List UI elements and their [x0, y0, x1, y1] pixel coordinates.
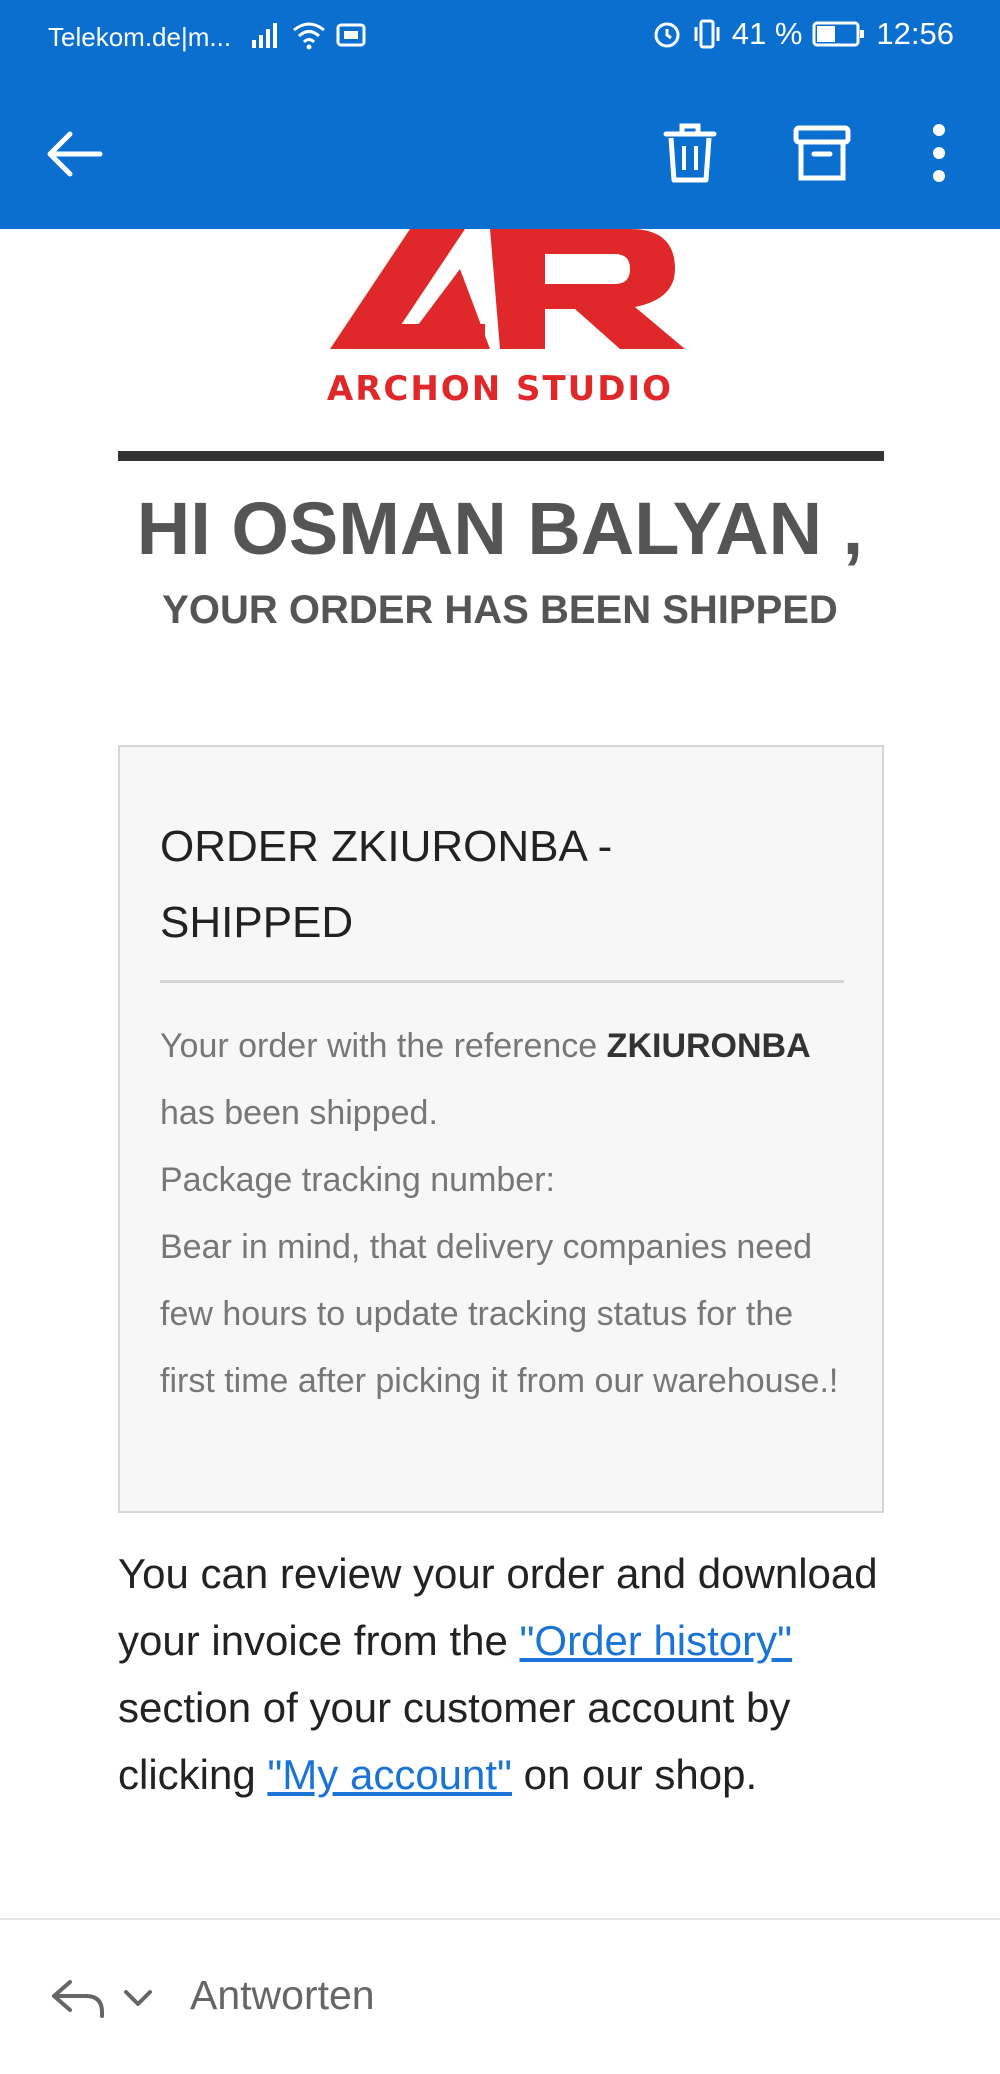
order-title: ORDER ZKIURONBA - SHIPPED — [160, 809, 840, 961]
battery-icon — [812, 21, 865, 47]
bottom-divider — [0, 1918, 1000, 1920]
order-title-line2: SHIPPED — [160, 898, 354, 947]
trash-icon[interactable] — [660, 120, 720, 186]
order-text-after-ref: has been shipped. — [160, 1094, 438, 1132]
order-message: Your order with the reference ZKIURONBA … — [160, 1013, 850, 1415]
order-history-link[interactable]: "Order history" — [520, 1617, 793, 1664]
top-bar: Telekom.de|m... 41 % 12:56 — [0, 0, 1000, 229]
review-text-3: on our shop. — [523, 1751, 758, 1798]
header-divider — [118, 451, 884, 461]
status-icons-left — [250, 20, 366, 50]
vibrate-icon — [694, 19, 720, 49]
app-bar — [0, 76, 1000, 229]
alarm-icon — [654, 22, 680, 48]
back-arrow-icon[interactable] — [44, 122, 108, 186]
review-paragraph: You can review your order and download y… — [118, 1540, 898, 1808]
my-account-link[interactable]: "My account" — [267, 1751, 512, 1798]
signal-icon — [252, 23, 277, 48]
reply-icon[interactable] — [50, 1978, 106, 2018]
reply-button[interactable]: Antworten — [190, 1972, 375, 2019]
logo-mark-icon — [330, 229, 685, 349]
archive-icon[interactable] — [792, 120, 852, 186]
battery-percent: 41 % — [731, 16, 803, 51]
shipped-subheading: YOUR ORDER HAS BEEN SHIPPED — [162, 588, 838, 632]
order-title-line1: ORDER ZKIURONBA - — [160, 822, 613, 871]
status-bar: Telekom.de|m... 41 % 12:56 — [0, 0, 1000, 76]
more-vert-icon[interactable] — [924, 120, 954, 186]
carrier-label: Telekom.de|m... — [48, 22, 232, 52]
order-status-box: ORDER ZKIURONBA - SHIPPED Your order wit… — [118, 745, 884, 1513]
archon-studio-logo: ARCHON STUDIO — [290, 229, 710, 409]
data-icon — [336, 23, 366, 47]
chevron-down-icon[interactable] — [122, 1986, 154, 2010]
greeting-heading: HI OSMAN BALYAN , — [136, 487, 864, 570]
delivery-note: Bear in mind, that delivery companies ne… — [160, 1228, 839, 1400]
order-text-before-ref: Your order with the reference — [160, 1027, 598, 1065]
tracking-label: Package tracking number: — [160, 1161, 555, 1199]
order-reference: ZKIURONBA — [606, 1027, 811, 1065]
clock: 12:56 — [876, 16, 954, 51]
order-divider — [160, 980, 844, 983]
logo-text: ARCHON STUDIO — [326, 369, 674, 409]
wifi-icon — [293, 22, 325, 50]
status-right: 41 % 12:56 — [652, 16, 954, 52]
